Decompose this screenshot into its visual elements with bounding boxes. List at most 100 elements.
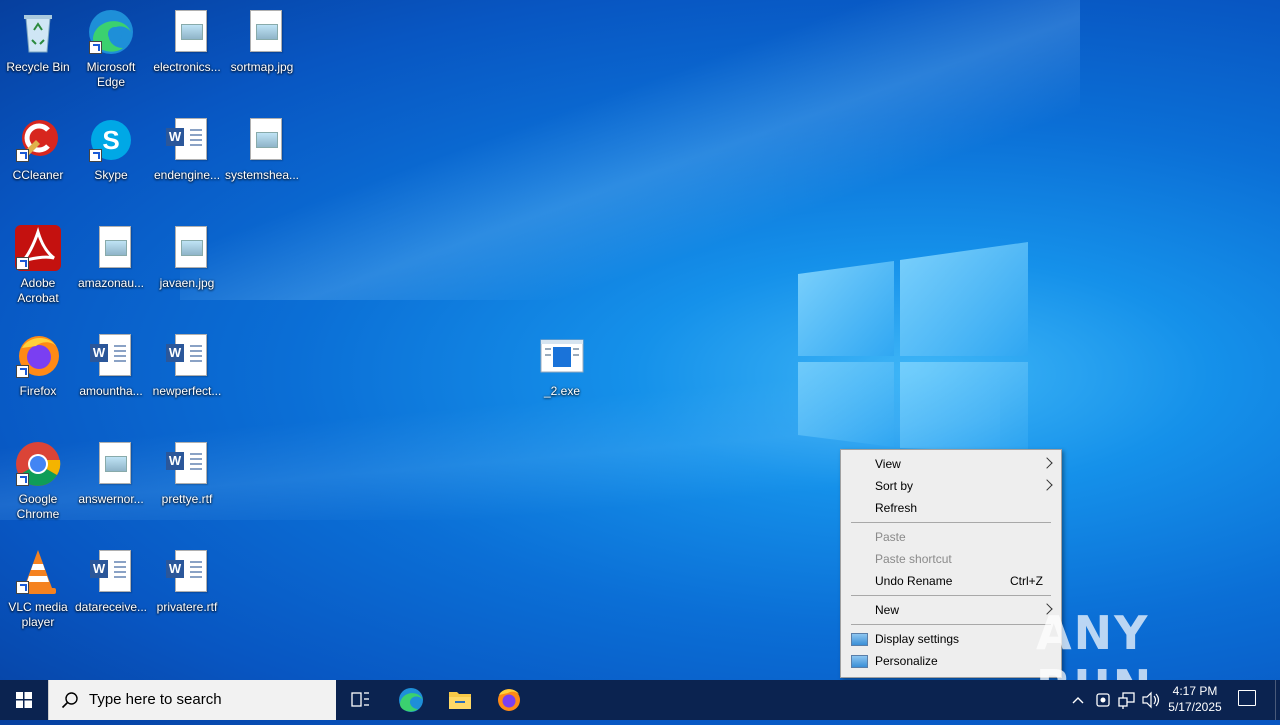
image-file-icon xyxy=(87,224,135,272)
task-view-icon xyxy=(351,692,369,707)
word-document-icon: W xyxy=(163,440,211,488)
icon-label: Microsoft Edge xyxy=(86,60,136,89)
icon-label: Adobe Acrobat xyxy=(17,276,59,305)
desktop-icon-answernor-image[interactable]: answernor... xyxy=(73,440,149,507)
menu-item-refresh[interactable]: Refresh xyxy=(841,497,1061,519)
menu-item-new[interactable]: New xyxy=(841,599,1061,621)
taskbar-file-explorer-button[interactable] xyxy=(436,680,484,720)
desktop-icon-javaen-image[interactable]: javaen.jpg xyxy=(149,224,225,291)
desktop-icon-microsoft-edge[interactable]: Microsoft Edge xyxy=(73,8,149,90)
icon-label: VLC media player xyxy=(8,600,68,629)
menu-item-paste[interactable]: Paste xyxy=(841,526,1061,548)
menu-separator xyxy=(851,624,1051,625)
desktop-icon-vlc-media-player[interactable]: VLC media player xyxy=(0,548,76,630)
desktop-icon-prettye-rtf[interactable]: W prettye.rtf xyxy=(149,440,225,507)
desktop-icon-google-chrome[interactable]: Google Chrome xyxy=(0,440,76,522)
desktop-icon-privatere-rtf[interactable]: W privatere.rtf xyxy=(149,548,225,615)
desktop-icon-recycle-bin[interactable]: Recycle Bin xyxy=(0,8,76,75)
vlc-cone-icon xyxy=(14,548,62,596)
word-document-icon: W xyxy=(163,548,211,596)
show-desktop-button[interactable] xyxy=(1275,680,1280,720)
icon-label: amazonau... xyxy=(77,276,145,290)
tray-network-button[interactable] xyxy=(1116,680,1138,720)
notification-center-icon[interactable] xyxy=(1238,690,1256,706)
desktop-icon-systemshea-image[interactable]: systemshea... xyxy=(224,116,300,183)
show-hidden-icons-button[interactable] xyxy=(1068,680,1088,720)
desktop-icon-datareceive-doc[interactable]: W datareceive... xyxy=(73,548,149,615)
taskbar-edge-button[interactable] xyxy=(387,680,435,720)
defender-icon xyxy=(1096,693,1110,707)
desktop-icon-amazonau-image[interactable]: amazonau... xyxy=(73,224,149,291)
search-placeholder: Type here to search xyxy=(89,691,222,708)
menu-item-sort-by[interactable]: Sort by xyxy=(841,475,1061,497)
icon-label: privatere.rtf xyxy=(156,600,218,614)
desktop-icon-electronics-image[interactable]: electronics... xyxy=(149,8,225,75)
menu-item-label: New xyxy=(875,603,900,617)
submenu-arrow-icon xyxy=(1041,457,1053,469)
skype-icon: S xyxy=(87,116,135,164)
windows-start-icon xyxy=(16,692,32,708)
firefox-icon xyxy=(498,689,520,711)
desktop-icon-sortmap-image[interactable]: sortmap.jpg xyxy=(224,8,300,75)
menu-item-paste-shortcut[interactable]: Paste shortcut xyxy=(841,548,1061,570)
desktop-icon-adobe-acrobat[interactable]: Adobe Acrobat xyxy=(0,224,76,306)
taskbar-search-box[interactable]: Type here to search xyxy=(48,680,336,720)
clock-time: 4:17 PM xyxy=(1172,684,1218,698)
ccleaner-icon xyxy=(14,116,62,164)
icon-label: CCleaner xyxy=(12,168,64,182)
menu-item-label: Refresh xyxy=(875,501,918,515)
menu-separator xyxy=(851,522,1051,523)
firefox-icon xyxy=(14,332,62,380)
executable-icon xyxy=(538,332,586,380)
menu-item-display-settings[interactable]: Display settings xyxy=(841,628,1061,650)
icon-label: Firefox xyxy=(19,384,57,398)
menu-item-label: Paste shortcut xyxy=(875,552,952,566)
chevron-up-icon xyxy=(1072,697,1084,704)
image-file-icon xyxy=(238,116,286,164)
icon-label: sortmap.jpg xyxy=(230,60,294,74)
shortcut-arrow-icon xyxy=(16,581,29,594)
icon-label: newperfect... xyxy=(152,384,222,398)
tray-security-button[interactable] xyxy=(1092,680,1114,720)
menu-item-undo-rename[interactable]: Undo Rename Ctrl+Z xyxy=(841,570,1061,592)
desktop-icon-amountha-doc[interactable]: W amountha... xyxy=(73,332,149,399)
menu-item-personalize[interactable]: Personalize xyxy=(841,650,1061,672)
icon-label: systemshea... xyxy=(224,168,300,182)
start-button[interactable] xyxy=(0,680,48,720)
edge-icon xyxy=(87,8,135,56)
menu-item-label: Undo Rename xyxy=(875,574,953,588)
icon-label: _2.exe xyxy=(543,384,581,398)
menu-item-label: Display settings xyxy=(875,632,960,646)
desktop-icon-endengine-doc[interactable]: W endengine... xyxy=(149,116,225,183)
image-file-icon xyxy=(238,8,286,56)
menu-item-label: Personalize xyxy=(875,654,938,668)
shortcut-arrow-icon xyxy=(89,149,102,162)
icon-label: electronics... xyxy=(153,60,221,74)
shortcut-arrow-icon xyxy=(16,257,29,270)
desktop-icon-2-exe[interactable]: _2.exe xyxy=(524,332,600,399)
folder-icon xyxy=(449,692,471,709)
desktop-icon-skype[interactable]: S Skype xyxy=(73,116,149,183)
desktop-icon-firefox[interactable]: Firefox xyxy=(0,332,76,399)
adobe-acrobat-icon xyxy=(14,224,62,272)
icon-label: datareceive... xyxy=(74,600,148,614)
task-view-button[interactable] xyxy=(336,680,384,720)
taskbar-clock[interactable]: 4:17 PM 5/17/2025 xyxy=(1156,683,1234,715)
recycle-bin-icon xyxy=(14,8,62,56)
menu-item-label: View xyxy=(875,457,901,471)
icon-label: amountha... xyxy=(79,384,143,398)
shortcut-arrow-icon xyxy=(89,41,102,54)
image-file-icon xyxy=(163,8,211,56)
menu-item-view[interactable]: View xyxy=(841,453,1061,475)
taskbar-firefox-button[interactable] xyxy=(485,680,533,720)
desktop-icon-ccleaner[interactable]: CCleaner xyxy=(0,116,76,183)
image-file-icon xyxy=(163,224,211,272)
network-icon xyxy=(1118,692,1135,709)
word-document-icon: W xyxy=(87,548,135,596)
shortcut-arrow-icon xyxy=(16,473,29,486)
windows-logo-wallpaper xyxy=(798,242,1028,452)
icon-label: answernor... xyxy=(78,492,144,506)
svg-text:S: S xyxy=(102,125,119,155)
desktop-icon-newperfect-doc[interactable]: W newperfect... xyxy=(149,332,225,399)
edge-icon xyxy=(399,688,423,712)
